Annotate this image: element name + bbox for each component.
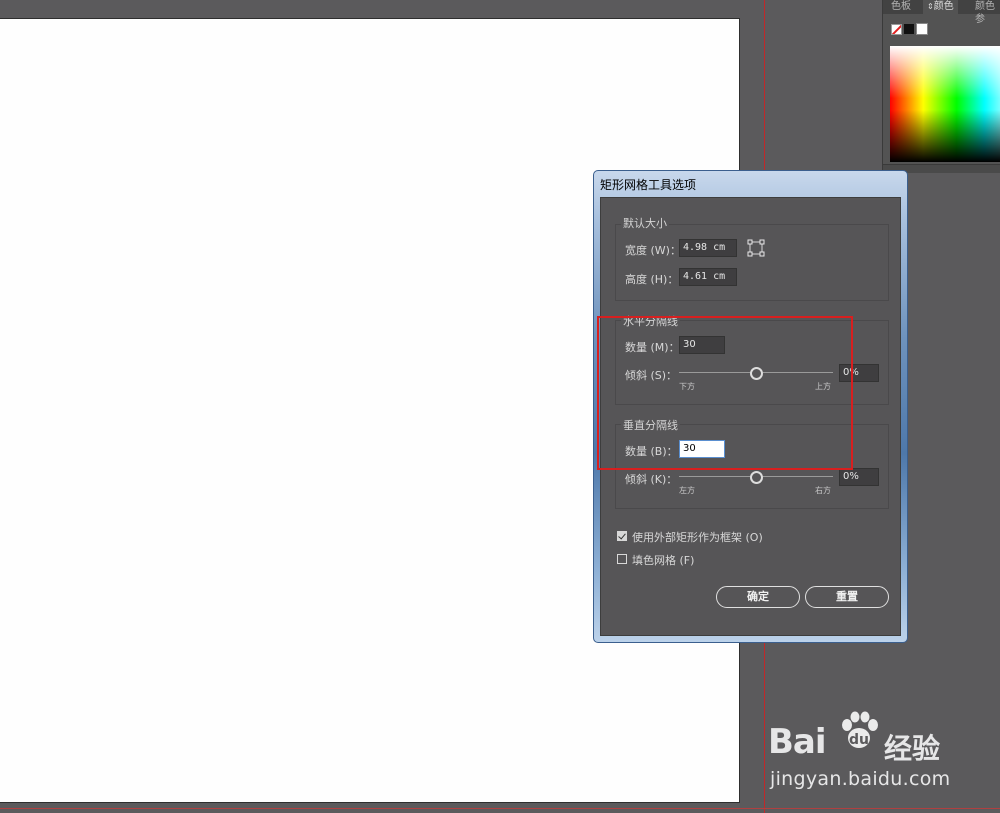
ok-button[interactable]: 确定 xyxy=(716,586,800,608)
vertical-skew-thumb[interactable] xyxy=(750,471,763,484)
dialog-title: 矩形网格工具选项 xyxy=(600,178,697,192)
tab-swatches[interactable]: 色板 xyxy=(887,0,915,14)
white-swatch-icon[interactable] xyxy=(916,23,928,35)
tab-color[interactable]: ⇕颜色 xyxy=(923,0,958,14)
reference-point-icon[interactable] xyxy=(747,239,765,257)
vertical-tick-left: 左方 xyxy=(679,486,695,495)
vertical-skew-field[interactable]: 0% xyxy=(839,468,879,486)
paw-logo-icon: du xyxy=(836,708,882,754)
default-size-group xyxy=(615,224,889,301)
watermark-url: jingyan.baidu.com xyxy=(770,768,951,790)
width-field[interactable]: 4.98 cm xyxy=(679,239,737,257)
watermark-brand: Bai xyxy=(768,722,827,762)
color-spectrum[interactable] xyxy=(890,46,1000,162)
svg-text:du: du xyxy=(849,732,869,748)
collapse-arrows-icon: ⇕ xyxy=(927,2,934,11)
bleed-guide-horizontal xyxy=(0,808,1000,809)
vertical-skew-label: 倾斜 (K)： xyxy=(625,473,678,486)
use-outside-rect-checkbox[interactable] xyxy=(617,531,627,541)
fill-grid-label[interactable]: 填色网格 (F) xyxy=(632,552,694,568)
none-swatch-icon[interactable] xyxy=(891,24,902,35)
default-size-legend: 默认大小 xyxy=(621,215,669,231)
use-outside-rect-label[interactable]: 使用外部矩形作为框架 (O) xyxy=(632,529,763,545)
color-panel: 色板 ⇕颜色 颜色参 xyxy=(882,0,1000,173)
watermark-brand-left: Bai xyxy=(768,722,827,762)
panel-tab-bar: 色板 ⇕颜色 颜色参 xyxy=(883,0,1000,25)
reset-button[interactable]: 重置 xyxy=(805,586,889,608)
tab-color-label: 颜色 xyxy=(933,1,954,12)
watermark-brand-right: 经验 xyxy=(884,732,941,765)
fill-grid-checkbox[interactable] xyxy=(617,554,627,564)
tab-color-guide[interactable]: 颜色参 xyxy=(971,0,1000,25)
height-field[interactable]: 4.61 cm xyxy=(679,268,737,286)
black-swatch-icon[interactable] xyxy=(904,24,914,34)
width-label: 宽度 (W)： xyxy=(625,244,681,257)
annotation-highlight-box xyxy=(597,316,853,470)
vertical-tick-right: 右方 xyxy=(815,486,831,495)
height-label: 高度 (H)： xyxy=(625,273,679,286)
